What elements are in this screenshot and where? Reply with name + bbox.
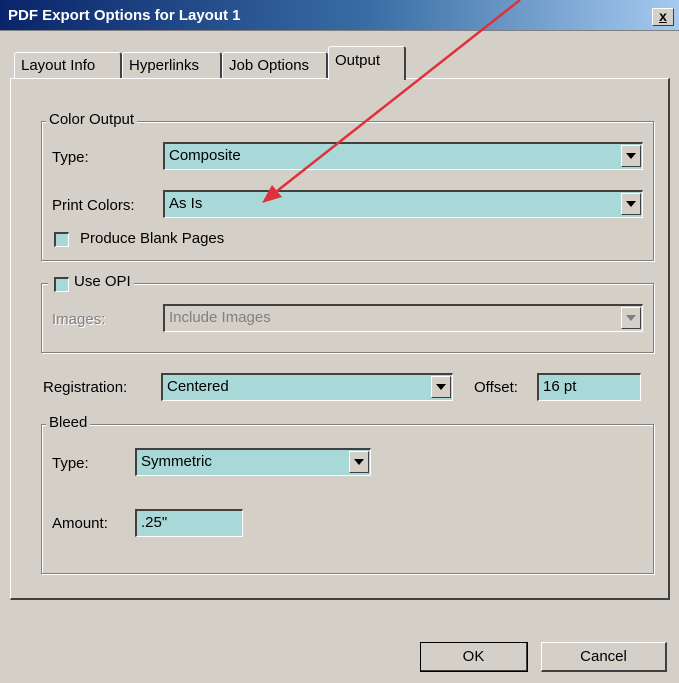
bleed-group: Bleed Type: Symmetric Amount: .25" <box>41 414 654 574</box>
output-tab-panel: Color Output Type: Composite Print Color… <box>10 78 670 600</box>
color-type-select[interactable]: Composite <box>163 142 643 170</box>
bleed-type-select[interactable]: Symmetric <box>135 448 371 476</box>
offset-input[interactable]: 16 pt <box>537 373 641 401</box>
bleed-type-dropdown-button[interactable] <box>349 451 369 473</box>
tab-layout-info[interactable]: Layout Info <box>14 52 122 78</box>
title-bar[interactable]: PDF Export Options for Layout 1 x <box>0 0 679 31</box>
ok-button[interactable]: OK <box>420 642 528 672</box>
images-select[interactable]: Include Images <box>163 304 643 332</box>
chevron-down-icon <box>626 315 636 321</box>
offset-label: Offset: <box>474 379 518 396</box>
bleed-amount-label: Amount: <box>52 515 108 532</box>
registration-dropdown-button[interactable] <box>431 376 451 398</box>
registration-label: Registration: <box>43 379 128 396</box>
window-title: PDF Export Options for Layout 1 <box>8 7 241 24</box>
tab-hyperlinks[interactable]: Hyperlinks <box>122 52 222 78</box>
bleed-type-value: Symmetric <box>141 453 212 470</box>
tab-job-options[interactable]: Job Options <box>222 52 328 78</box>
pdf-export-options-dialog: PDF Export Options for Layout 1 x Layout… <box>0 0 679 683</box>
close-icon: x <box>659 8 667 24</box>
images-value: Include Images <box>169 309 271 326</box>
chevron-down-icon <box>354 459 364 465</box>
images-label: Images: <box>52 311 106 328</box>
use-opi-checkbox[interactable] <box>54 277 69 292</box>
cancel-button[interactable]: Cancel <box>541 642 667 672</box>
type-label: Type: <box>52 149 89 166</box>
tab-label: Hyperlinks <box>129 57 200 74</box>
bleed-type-label: Type: <box>52 455 89 472</box>
close-button[interactable]: x <box>652 8 674 26</box>
chevron-down-icon <box>436 384 446 390</box>
print-colors-value: As Is <box>169 195 203 212</box>
produce-blank-pages-checkbox[interactable] <box>54 232 69 247</box>
opi-group: Use OPI Images: Include Images <box>41 273 654 353</box>
offset-value: 16 pt <box>543 378 577 395</box>
chevron-down-icon <box>626 201 636 207</box>
print-colors-dropdown-button[interactable] <box>621 193 641 215</box>
tab-label: Output <box>335 52 381 69</box>
registration-select[interactable]: Centered <box>161 373 453 401</box>
ok-label: OK <box>462 648 485 665</box>
print-colors-select[interactable]: As Is <box>163 190 643 218</box>
chevron-down-icon <box>626 153 636 159</box>
tab-label: Layout Info <box>21 57 96 74</box>
bleed-legend: Bleed <box>46 414 91 431</box>
color-type-value: Composite <box>169 147 241 164</box>
tab-output[interactable]: Output <box>328 46 406 80</box>
registration-value: Centered <box>167 378 229 395</box>
images-dropdown-button[interactable] <box>621 307 641 329</box>
color-type-dropdown-button[interactable] <box>621 145 641 167</box>
color-output-legend: Color Output <box>46 111 138 128</box>
bleed-amount-value: .25" <box>141 514 168 531</box>
bleed-amount-input[interactable]: .25" <box>135 509 243 537</box>
produce-blank-pages-label: Produce Blank Pages <box>80 230 225 247</box>
color-output-group: Color Output Type: Composite Print Color… <box>41 111 654 261</box>
cancel-label: Cancel <box>580 648 627 665</box>
tab-label: Job Options <box>229 57 310 74</box>
print-colors-label: Print Colors: <box>52 197 135 214</box>
